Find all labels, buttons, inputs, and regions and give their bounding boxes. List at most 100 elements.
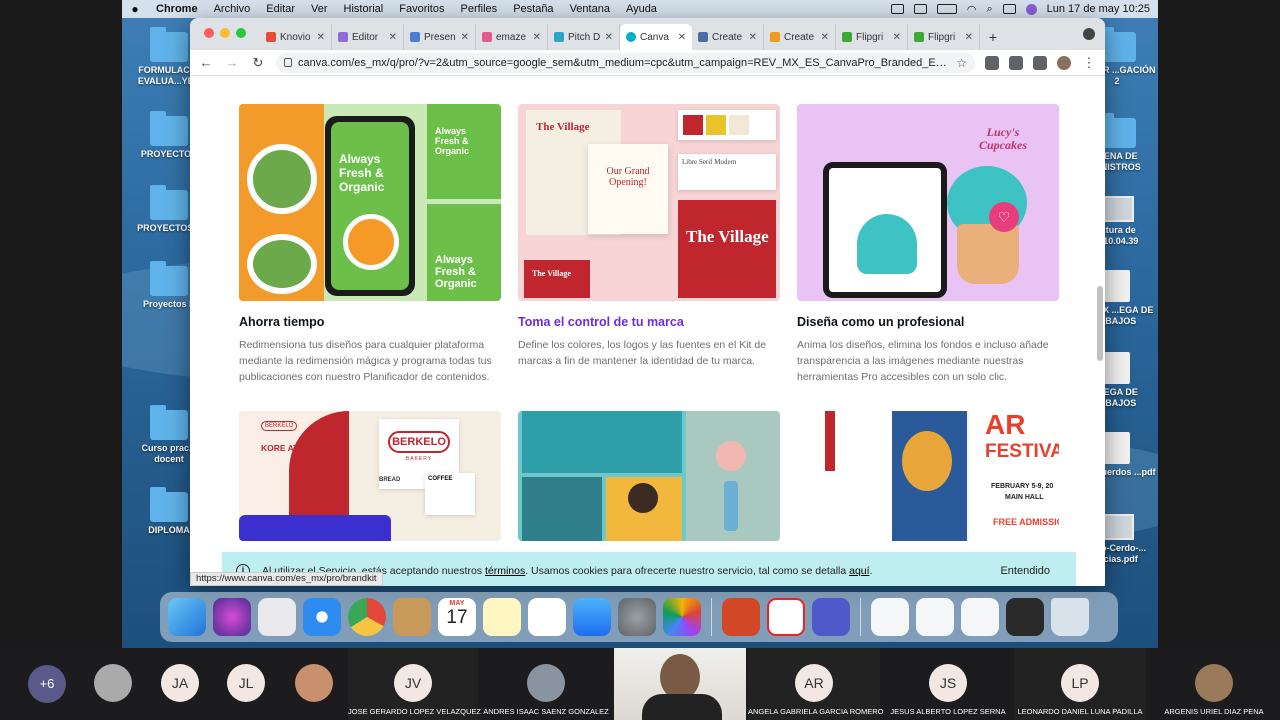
close-tab-icon[interactable]: ✕: [317, 32, 325, 43]
minimized-window-thumbnail[interactable]: [871, 598, 909, 636]
menu-app-name[interactable]: Chrome: [148, 3, 206, 15]
browser-tab-active[interactable]: Canva ✕: [620, 24, 692, 50]
reminders-icon[interactable]: [528, 598, 566, 636]
participant-tile[interactable]: JA: [158, 648, 202, 720]
acrobat-icon[interactable]: [767, 598, 805, 636]
menu-clock[interactable]: Lun 17 de may 10:25: [1047, 3, 1150, 15]
minimized-window-thumbnail[interactable]: [916, 598, 954, 636]
kebab-menu-icon[interactable]: ⋮: [1081, 55, 1097, 71]
accept-cookies-button[interactable]: Entendido: [988, 559, 1062, 583]
apple-menu-icon[interactable]: ●: [122, 2, 148, 16]
feature-card-kit-de-marca: The Village Our Grand Opening! Libre Ser…: [518, 104, 780, 369]
menu-historial[interactable]: Historial: [336, 3, 392, 15]
trash-icon[interactable]: [1051, 598, 1089, 636]
menu-ver[interactable]: Ver: [303, 3, 336, 15]
heart-icon[interactable]: ♡: [989, 202, 1019, 232]
active-speaker-video[interactable]: [614, 648, 746, 720]
close-tab-icon[interactable]: ✕: [389, 32, 397, 43]
new-tab-button[interactable]: +: [980, 24, 1006, 50]
puzzle-extensions-icon[interactable]: [1033, 55, 1047, 70]
menu-ayuda[interactable]: Ayuda: [618, 3, 665, 15]
launchpad-icon[interactable]: [258, 598, 296, 636]
brand-font-dropdown[interactable]: Libre Serif Modern: [678, 154, 776, 190]
chrome-icon[interactable]: [348, 598, 386, 636]
tab-search-icon[interactable]: [1083, 28, 1095, 40]
color-swatch[interactable]: [729, 115, 749, 135]
browser-tab[interactable]: Flipgri ✕: [908, 24, 980, 50]
bookmark-star-icon[interactable]: ☆: [956, 56, 967, 70]
screen-record-icon[interactable]: [913, 4, 927, 14]
menu-pestana[interactable]: Pestaña: [505, 3, 561, 15]
participant-tile[interactable]: ARGENIS URIEL DIAZ PENA: [1148, 648, 1280, 720]
feature-title-link[interactable]: Toma el control de tu marca: [518, 315, 780, 329]
powerpoint-icon[interactable]: [722, 598, 760, 636]
system-preferences-icon[interactable]: [618, 598, 656, 636]
minimized-window-thumbnail[interactable]: [1006, 598, 1044, 636]
close-tab-icon[interactable]: ✕: [605, 32, 613, 43]
participant-tile[interactable]: ANDRES ISAAC SAENZ GONZALEZ: [480, 648, 612, 720]
color-swatch[interactable]: [683, 115, 703, 135]
browser-tab[interactable]: Flipgri ✕: [836, 24, 908, 50]
keyboard-icon[interactable]: [890, 4, 904, 14]
photos-icon[interactable]: [663, 598, 701, 636]
close-tab-icon[interactable]: ✕: [965, 32, 973, 43]
siri-icon[interactable]: [213, 598, 251, 636]
browser-tab[interactable]: Create ✕: [764, 24, 836, 50]
back-arrow-icon[interactable]: ←: [198, 55, 214, 70]
participant-tile[interactable]: JV JOSE GERARDO LOPEZ VELAZQUEZ: [348, 648, 481, 720]
close-window-button[interactable]: [204, 28, 214, 38]
siri-icon[interactable]: [1025, 3, 1037, 15]
close-tab-icon[interactable]: ✕: [749, 32, 757, 43]
close-tab-icon[interactable]: ✕: [678, 32, 686, 43]
close-tab-icon[interactable]: ✕: [821, 32, 829, 43]
participant-tile[interactable]: JL: [224, 648, 268, 720]
browser-tab[interactable]: emaze ✕: [476, 24, 548, 50]
notes-icon[interactable]: [483, 598, 521, 636]
close-tab-icon[interactable]: ✕: [893, 32, 901, 43]
poster-venue: MAIN HALL: [1005, 494, 1044, 501]
merch-photo: [797, 411, 892, 541]
battery-icon[interactable]: [936, 4, 957, 14]
safari-icon[interactable]: [303, 598, 341, 636]
lock-icon: [284, 58, 292, 67]
wifi-icon[interactable]: ◠: [967, 3, 977, 16]
participant-tile[interactable]: AR ANGELA GABRIELA GARCIA ROMERO: [748, 648, 883, 720]
browser-tab[interactable]: Pitch D ✕: [548, 24, 620, 50]
profile-avatar-icon[interactable]: [1057, 55, 1071, 70]
zoom-window-button[interactable]: [236, 28, 246, 38]
participant-tile[interactable]: [93, 648, 133, 720]
app-store-icon[interactable]: [573, 598, 611, 636]
browser-tab[interactable]: Editor ✕: [332, 24, 404, 50]
menu-favoritos[interactable]: Favoritos: [391, 3, 452, 15]
close-tab-icon[interactable]: ✕: [461, 32, 469, 43]
finder-icon[interactable]: [168, 598, 206, 636]
address-bar[interactable]: canva.com/es_mx/q/pro/?v=2&utm_source=go…: [276, 52, 975, 73]
minimize-window-button[interactable]: [220, 28, 230, 38]
more-participants-button[interactable]: +6: [28, 665, 66, 703]
minimized-window-thumbnail[interactable]: [961, 598, 999, 636]
page-scrollbar[interactable]: [1097, 286, 1103, 361]
contacts-icon[interactable]: [393, 598, 431, 636]
reload-icon[interactable]: ↻: [250, 55, 266, 71]
terms-link[interactable]: términos: [485, 565, 525, 577]
browser-tab[interactable]: Presen ✕: [404, 24, 476, 50]
calendar-icon[interactable]: MAY 17: [438, 598, 476, 636]
control-center-icon[interactable]: [1002, 4, 1016, 14]
close-tab-icon[interactable]: ✕: [533, 32, 541, 43]
grid-extension-icon[interactable]: [1009, 55, 1023, 70]
extension-icon[interactable]: [985, 55, 999, 70]
menu-perfiles[interactable]: Perfiles: [453, 3, 506, 15]
color-swatch[interactable]: [706, 115, 726, 135]
forward-arrow-icon[interactable]: →: [224, 55, 240, 70]
menu-editar[interactable]: Editar: [258, 3, 303, 15]
browser-tab[interactable]: Create ✕: [692, 24, 764, 50]
participant-tile[interactable]: [292, 648, 336, 720]
teams-icon[interactable]: [812, 598, 850, 636]
participant-tile[interactable]: LP LEONARDO DANIEL LUNA PADILLA: [1014, 648, 1146, 720]
menu-archivo[interactable]: Archivo: [206, 3, 259, 15]
cookie-details-link[interactable]: aquí: [849, 565, 869, 577]
search-icon[interactable]: ⌕: [986, 3, 992, 16]
browser-tab[interactable]: Knovio ✕: [260, 24, 332, 50]
menu-ventana[interactable]: Ventana: [562, 3, 618, 15]
participant-tile[interactable]: JS JESUS ALBERTO LOPEZ SERNA: [882, 648, 1014, 720]
